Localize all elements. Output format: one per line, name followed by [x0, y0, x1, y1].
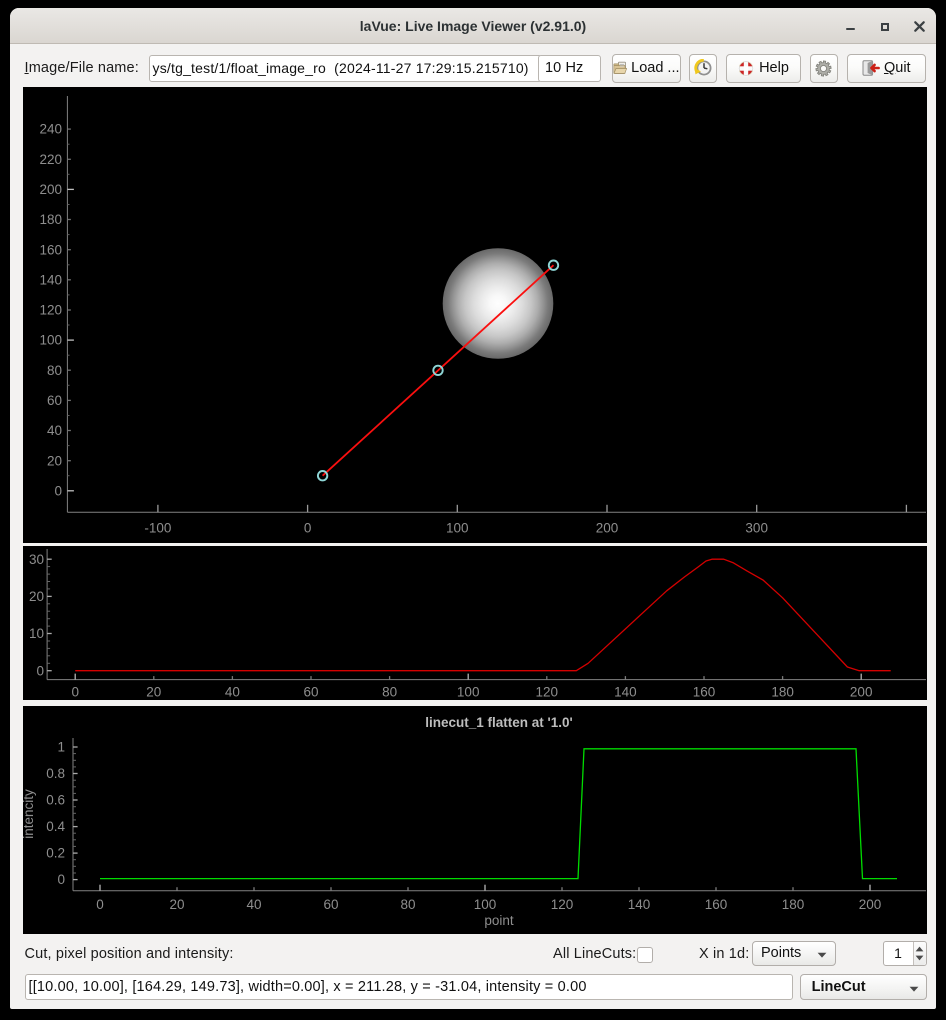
svg-text:140: 140 — [614, 685, 637, 700]
svg-text:200: 200 — [39, 182, 62, 197]
svg-text:140: 140 — [628, 897, 651, 912]
svg-text:0: 0 — [54, 483, 62, 498]
svg-text:linecut_1 flatten at '1.0': linecut_1 flatten at '1.0' — [425, 715, 572, 730]
svg-text:0: 0 — [57, 872, 65, 887]
svg-text:200: 200 — [596, 521, 619, 536]
svg-text:0.6: 0.6 — [46, 793, 65, 808]
svg-text:40: 40 — [47, 423, 62, 438]
svg-text:30: 30 — [29, 552, 44, 567]
svg-text:100: 100 — [457, 685, 480, 700]
svg-text:200: 200 — [850, 685, 873, 700]
svg-text:0: 0 — [36, 664, 44, 679]
svg-text:-100: -100 — [144, 521, 171, 536]
svg-text:220: 220 — [39, 152, 62, 167]
svg-text:140: 140 — [39, 272, 62, 287]
svg-text:20: 20 — [146, 685, 161, 700]
svg-text:120: 120 — [39, 303, 62, 318]
svg-text:0.8: 0.8 — [46, 766, 65, 781]
svg-text:40: 40 — [246, 897, 261, 912]
svg-text:0: 0 — [304, 521, 312, 536]
svg-text:300: 300 — [745, 521, 768, 536]
svg-text:20: 20 — [169, 897, 184, 912]
svg-text:0.2: 0.2 — [46, 846, 65, 861]
svg-text:60: 60 — [303, 685, 318, 700]
svg-text:0: 0 — [71, 685, 79, 700]
svg-text:20: 20 — [29, 589, 44, 604]
svg-text:180: 180 — [39, 212, 62, 227]
svg-text:0: 0 — [96, 897, 104, 912]
svg-text:100: 100 — [39, 333, 62, 348]
svg-text:1: 1 — [57, 740, 65, 755]
svg-text:60: 60 — [323, 897, 338, 912]
svg-text:100: 100 — [446, 521, 469, 536]
svg-text:120: 120 — [536, 685, 559, 700]
svg-text:80: 80 — [47, 363, 62, 378]
svg-text:100: 100 — [474, 897, 497, 912]
svg-text:80: 80 — [400, 897, 415, 912]
svg-text:40: 40 — [225, 685, 240, 700]
svg-text:120: 120 — [551, 897, 574, 912]
svg-text:180: 180 — [771, 685, 794, 700]
svg-text:point: point — [484, 913, 514, 928]
svg-text:intencity: intencity — [23, 789, 36, 839]
svg-text:0.4: 0.4 — [46, 819, 65, 834]
svg-text:240: 240 — [39, 122, 62, 137]
svg-text:160: 160 — [693, 685, 716, 700]
svg-text:160: 160 — [705, 897, 728, 912]
svg-text:80: 80 — [382, 685, 397, 700]
svg-text:200: 200 — [859, 897, 882, 912]
svg-text:60: 60 — [47, 393, 62, 408]
svg-text:180: 180 — [782, 897, 805, 912]
svg-text:10: 10 — [29, 626, 44, 641]
svg-text:160: 160 — [39, 242, 62, 257]
svg-text:20: 20 — [47, 453, 62, 468]
